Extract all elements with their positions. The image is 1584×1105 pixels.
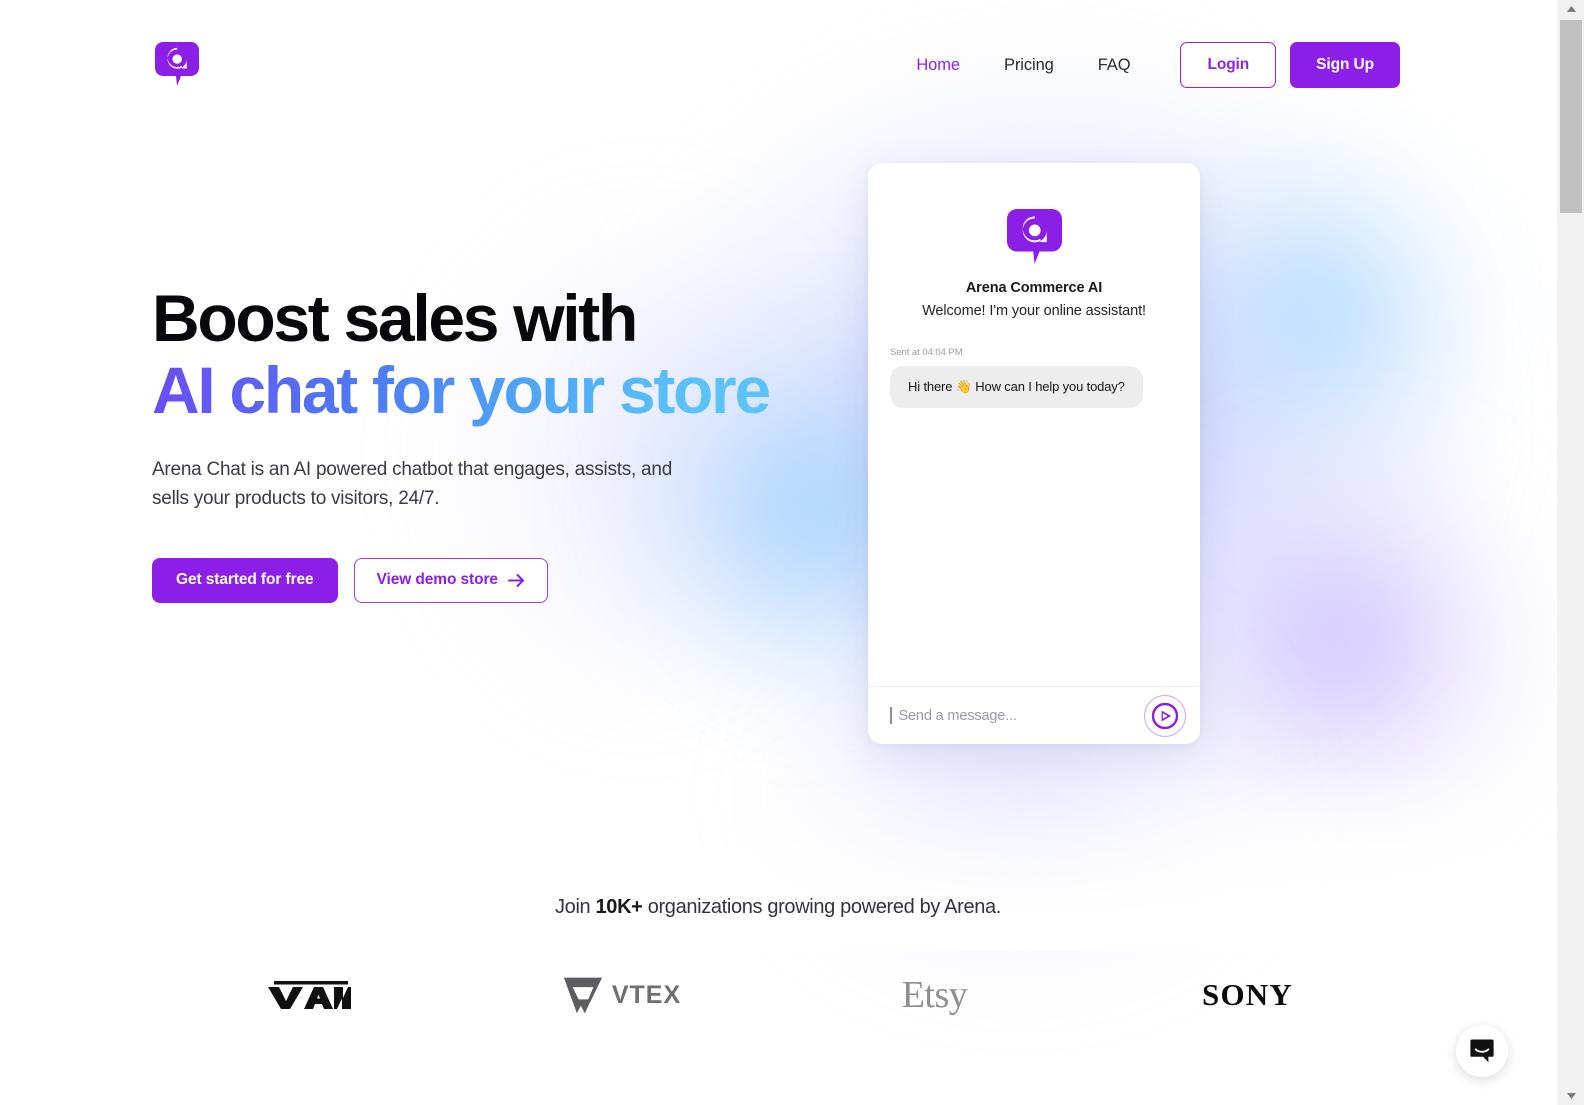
chat-welcome-text: Welcome! I'm your online assistant! (922, 303, 1146, 319)
headline-line-1: Boost sales with (152, 281, 638, 355)
landing-page: Home Pricing FAQ Login Sign Up Boost sal… (0, 0, 1584, 1105)
social-proof-section: Join 10K+ organizations growing powered … (0, 896, 1556, 919)
nav-link-faq[interactable]: FAQ (1076, 42, 1153, 88)
sony-logo-icon: SONY (1091, 960, 1404, 1030)
chat-message-input[interactable]: Send a message... (899, 708, 1145, 724)
social-proof-prefix: Join (555, 896, 596, 918)
hero-subheadline: Arena Chat is an AI powered chatbot that… (152, 458, 673, 509)
login-button[interactable]: Login (1180, 42, 1277, 88)
intercom-messenger-icon[interactable] (1456, 1025, 1508, 1077)
arena-chat-logo-icon[interactable] (155, 42, 199, 86)
chat-message-timestamp: Sent at 04:04 PM (890, 347, 963, 358)
arrow-right-icon (507, 573, 525, 588)
page-scrollbar[interactable] (1556, 0, 1584, 1105)
social-proof-text: Join 10K+ organizations growing powered … (0, 896, 1556, 919)
chat-message-list: Arena Commerce AI Welcome! I'm your onli… (868, 163, 1200, 686)
chat-widget-header: Arena Commerce AI Welcome! I'm your onli… (890, 163, 1178, 319)
vtex-logo-text: VTEX (611, 980, 682, 1009)
sony-logo-text: SONY (1202, 977, 1293, 1012)
scroll-up-arrow-icon[interactable] (1557, 0, 1584, 18)
etsy-logo-icon: Etsy (778, 960, 1091, 1030)
customer-logo-wall: VTEX Etsy SONY (152, 960, 1404, 1030)
scrollbar-thumb[interactable] (1560, 20, 1582, 213)
social-proof-count: 10K+ (595, 896, 643, 918)
arena-chat-logo-icon (1006, 209, 1062, 264)
headline-gradient-line: AI chat for your store (152, 352, 771, 427)
hero-section: Boost sales with AI chat for your store … (152, 281, 792, 603)
etsy-logo-text: Etsy (901, 974, 968, 1016)
view-demo-store-label: View demo store (376, 571, 499, 589)
chat-widget-preview: Arena Commerce AI Welcome! I'm your onli… (868, 163, 1200, 744)
chat-bot-name: Arena Commerce AI (965, 280, 1103, 296)
nav-link-pricing[interactable]: Pricing (982, 42, 1076, 88)
text-caret (890, 707, 892, 724)
site-header: Home Pricing FAQ Login Sign Up (0, 0, 1556, 130)
chat-input-row[interactable]: Send a message... (868, 686, 1200, 744)
page-viewport: Home Pricing FAQ Login Sign Up Boost sal… (0, 0, 1556, 1105)
get-started-button[interactable]: Get started for free (152, 557, 338, 603)
scroll-down-arrow-icon[interactable] (1557, 1087, 1584, 1105)
social-proof-suffix: organizations growing powered by Arena. (642, 896, 1002, 918)
vans-logo-icon (152, 960, 465, 1030)
nav-link-home[interactable]: Home (894, 42, 982, 88)
chat-message-bubble: Hi there 👋 How can I help you today? (890, 366, 1143, 408)
hero-cta-group: Get started for free View demo store (152, 557, 792, 603)
page-title: Boost sales with AI chat for your store (152, 281, 792, 427)
send-play-icon[interactable] (1144, 694, 1186, 737)
signup-button[interactable]: Sign Up (1290, 42, 1400, 88)
view-demo-store-button[interactable]: View demo store (353, 557, 548, 603)
vtex-logo-icon: VTEX (465, 960, 778, 1030)
primary-navigation: Home Pricing FAQ Login Sign Up (894, 42, 1400, 88)
background-fade (0, 770, 1556, 950)
